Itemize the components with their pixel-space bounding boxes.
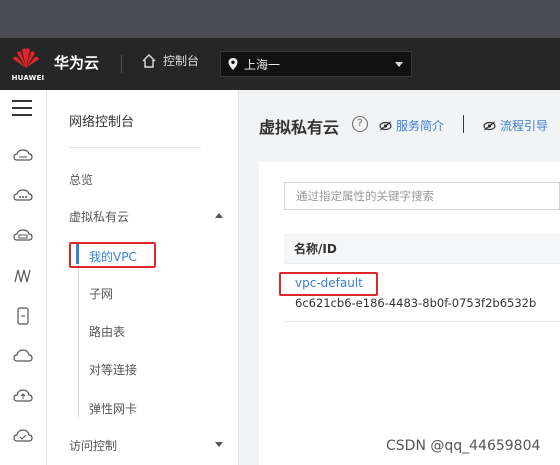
service-icon-bar	[0, 90, 47, 465]
column-header-name-id: 名称/ID	[294, 242, 337, 256]
header-divider	[121, 55, 122, 73]
cloud-check-icon[interactable]	[13, 426, 33, 446]
network-console-sidebar: 网络控制台 总览 虚拟私有云 我的VPC 子网 路由表 对等连接 弹性网卡 访问…	[47, 90, 239, 465]
browser-chrome	[0, 0, 560, 38]
network-wave-icon[interactable]	[13, 266, 33, 286]
highlight-box	[69, 242, 156, 268]
cloud-server-icon[interactable]	[13, 146, 33, 166]
service-intro-link[interactable]: 服务简介	[379, 117, 444, 134]
region-selector[interactable]: 上海一	[220, 51, 412, 77]
service-intro-label: 服务简介	[396, 119, 445, 133]
link-divider	[463, 115, 464, 133]
help-icon[interactable]: ?	[352, 116, 368, 132]
process-guide-label: 流程引导	[500, 119, 549, 133]
sidebar-item-peering[interactable]: 对等连接	[89, 361, 137, 378]
submenu-line	[78, 242, 79, 417]
chevron-down-icon	[395, 62, 403, 67]
process-guide-link[interactable]: 流程引导	[483, 117, 548, 134]
sidebar-group-vpc[interactable]: 虚拟私有云	[69, 208, 129, 225]
region-value: 上海一	[244, 57, 281, 72]
cloud-storage-icon[interactable]	[13, 226, 33, 246]
sidebar-group-access-control[interactable]: 访问控制	[69, 437, 117, 454]
eye-slash-icon	[379, 121, 392, 130]
sidebar-divider	[69, 147, 201, 148]
sidebar-item-subnet[interactable]: 子网	[89, 285, 113, 302]
watermark: CSDN @qq_44659804	[386, 438, 541, 454]
main-content: 虚拟私有云 ? 服务简介 流程引导 通过指定属性的关键字搜索 名称/ID vpc…	[240, 90, 560, 465]
top-navigation-bar: HUAWEI 华为云 控制台 上海一	[0, 38, 560, 90]
brand-name[interactable]: 华为云	[54, 52, 99, 73]
eye-slash-icon	[483, 121, 496, 130]
cloud-database-icon[interactable]	[13, 186, 33, 206]
huawei-logo[interactable]: HUAWEI	[8, 46, 44, 84]
sidebar-item-eni[interactable]: 弹性网卡	[89, 400, 137, 417]
cloud-icon[interactable]	[13, 346, 33, 366]
sidebar-item-route-table[interactable]: 路由表	[89, 323, 125, 340]
highlight-box	[279, 272, 378, 296]
chevron-down-icon[interactable]	[215, 442, 223, 447]
sidebar-item-overview[interactable]: 总览	[69, 171, 93, 188]
home-icon	[142, 53, 156, 68]
location-pin-icon	[228, 58, 238, 70]
logo-text: HUAWEI	[11, 74, 45, 82]
table-header: 名称/ID	[284, 234, 560, 264]
console-label: 控制台	[163, 54, 200, 68]
sidebar-title: 网络控制台	[69, 115, 135, 130]
vpc-id: 6c621cb6-e186-4483-8b0f-0753f2b6532b	[295, 296, 537, 310]
console-link[interactable]: 控制台	[141, 52, 199, 69]
search-input[interactable]: 通过指定属性的关键字搜索	[284, 182, 560, 210]
mobile-device-icon[interactable]	[13, 306, 33, 326]
huawei-flower-icon	[13, 48, 39, 68]
page-title: 虚拟私有云	[259, 118, 340, 137]
chevron-up-icon[interactable]	[215, 213, 223, 218]
vpc-list-card: 通过指定属性的关键字搜索 名称/ID vpc-default 6c621cb6-…	[259, 162, 560, 465]
cloud-upload-icon[interactable]	[13, 386, 33, 406]
hamburger-menu-icon[interactable]	[12, 100, 32, 118]
